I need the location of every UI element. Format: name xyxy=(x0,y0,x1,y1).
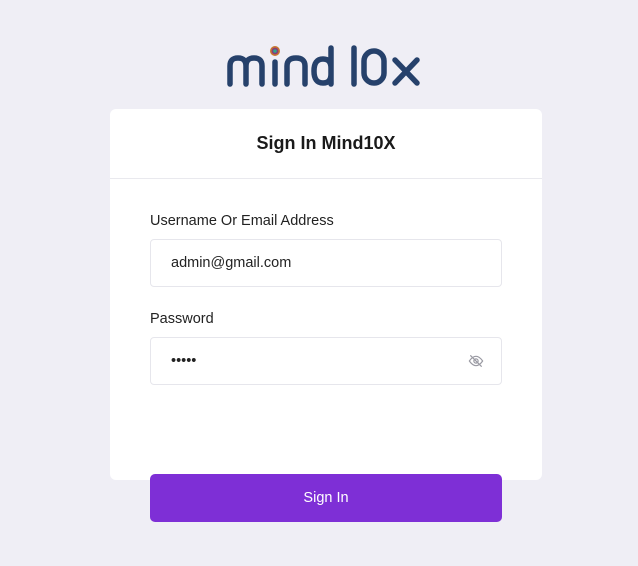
password-field-box xyxy=(150,337,502,385)
password-input[interactable] xyxy=(171,338,471,384)
username-input[interactable] xyxy=(171,240,471,286)
eye-off-icon[interactable] xyxy=(468,353,484,369)
mind10x-logo xyxy=(227,45,420,87)
sign-in-button[interactable]: Sign In xyxy=(150,474,502,522)
login-card: Sign In Mind10X Username Or Email Addres… xyxy=(110,109,542,522)
username-label: Username Or Email Address xyxy=(150,213,334,229)
card-header: Sign In Mind10X xyxy=(110,109,542,179)
brand-logo xyxy=(227,42,423,88)
username-field-box xyxy=(150,239,502,287)
page-title: Sign In Mind10X xyxy=(256,133,396,153)
password-label: Password xyxy=(150,311,214,327)
